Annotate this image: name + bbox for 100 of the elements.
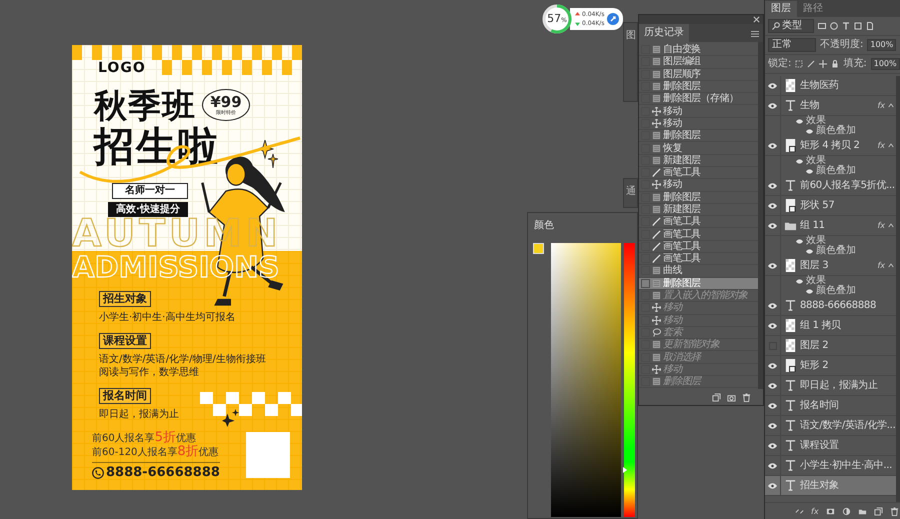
eye-icon[interactable]	[768, 422, 777, 428]
layer-name: 小学生·初中生·高中...	[800, 460, 893, 470]
qr-code-placeholder	[246, 432, 290, 478]
layer-row[interactable]: 生物医药	[765, 76, 896, 96]
eye-icon[interactable]	[768, 442, 777, 448]
layer-name: 图层 2	[800, 340, 830, 350]
padlock-icon[interactable]	[831, 60, 840, 68]
layer-row[interactable]: 图层 2	[765, 336, 896, 356]
layer-row[interactable]: 形状 57	[765, 196, 896, 216]
eye-icon[interactable]	[768, 102, 777, 108]
new-document-icon[interactable]	[712, 392, 721, 402]
eye-icon[interactable]	[768, 402, 777, 408]
history-item[interactable]: 移动	[639, 179, 758, 192]
eye-icon[interactable]	[768, 362, 777, 368]
camera-icon[interactable]	[727, 392, 736, 402]
shape-filter-icon[interactable]	[854, 22, 862, 30]
eye-icon[interactable]	[768, 142, 777, 148]
effect-name[interactable]: 颜色叠加	[816, 166, 856, 176]
history-item[interactable]: 自由变换	[639, 44, 758, 56]
history-item[interactable]: 删除图层	[639, 278, 758, 290]
layer-row[interactable]: 8888-66668888	[765, 296, 896, 316]
panel-tab[interactable]: 路径	[797, 1, 829, 17]
brush-icon[interactable]	[807, 60, 816, 68]
add-style-button[interactable]: fx	[811, 506, 819, 516]
eye-icon[interactable]	[768, 482, 777, 488]
history-item[interactable]: 新建图层	[639, 154, 758, 167]
image-filter-icon[interactable]	[818, 22, 826, 30]
eye-icon[interactable]	[768, 182, 777, 188]
mask-icon[interactable]	[826, 506, 835, 516]
history-item[interactable]: 画笔工具	[639, 240, 758, 254]
eye-icon[interactable]	[768, 202, 777, 208]
eye-icon[interactable]	[768, 382, 777, 388]
document-icon	[652, 57, 661, 66]
layer-row[interactable]: 组 11 fx	[765, 216, 896, 236]
layer-row[interactable]: 生物 fx	[765, 96, 896, 116]
layer-row[interactable]: 图层 3 fx	[765, 256, 896, 276]
color-picker-field[interactable]	[551, 243, 621, 517]
eye-icon[interactable]	[768, 222, 777, 228]
history-item[interactable]: 画笔工具	[639, 228, 758, 241]
effect-name[interactable]: 颜色叠加	[816, 286, 856, 296]
text-filter-icon[interactable]	[842, 22, 850, 30]
history-item[interactable]: 删除图层（存储）	[639, 93, 758, 106]
layer-row[interactable]: 矩形 4 拷贝 2 fx	[765, 136, 896, 156]
eye-icon[interactable]	[768, 302, 777, 308]
eye-icon[interactable]	[768, 82, 777, 88]
menu-icon[interactable]	[751, 31, 759, 37]
caret-icon[interactable]	[888, 263, 894, 268]
panel-tab[interactable]: 历史记录	[639, 24, 689, 42]
layer-row[interactable]: 招生对象	[765, 476, 896, 496]
circle-badge-icon[interactable]	[607, 13, 620, 25]
link-icon[interactable]	[795, 506, 804, 516]
history-item[interactable]: 画笔工具	[639, 216, 758, 228]
history-item[interactable]: 移动	[639, 118, 758, 130]
caret-icon[interactable]	[888, 223, 894, 228]
logo-text: LOGO	[98, 61, 146, 75]
close-icon[interactable]	[753, 16, 760, 23]
history-item[interactable]: 图层编组	[639, 56, 758, 69]
layer-row[interactable]: 报名时间	[765, 396, 896, 416]
eye-icon[interactable]	[768, 262, 777, 268]
eye-icon[interactable]	[768, 462, 777, 468]
panel-tab[interactable]: 图	[626, 31, 636, 41]
history-item[interactable]: 移动	[639, 105, 758, 118]
filter-dropdown[interactable]: 类型	[768, 19, 814, 33]
hue-slider[interactable]	[624, 243, 635, 517]
layer-thumbnail-icon	[784, 259, 797, 272]
history-item[interactable]: 删除图层	[639, 130, 758, 142]
fill-field[interactable]: 100%	[870, 58, 900, 70]
history-item[interactable]: 删除图层	[639, 80, 758, 94]
hue-marker-icon[interactable]	[623, 467, 627, 474]
history-item[interactable]: 新建图层	[639, 204, 758, 216]
blend-mode-dropdown[interactable]: 正常	[768, 38, 816, 52]
history-item[interactable]: 图层顺序	[639, 68, 758, 81]
adjustment-icon[interactable]	[842, 506, 851, 516]
trash-icon[interactable]	[890, 506, 899, 516]
layer-row[interactable]: 前60人报名享5折优...	[765, 176, 896, 196]
lock-pixels-icon[interactable]	[795, 60, 804, 68]
effect-name[interactable]: 颜色叠加	[816, 126, 856, 136]
caret-icon[interactable]	[888, 103, 894, 108]
effect-name[interactable]: 颜色叠加	[816, 246, 856, 256]
folder-icon[interactable]	[858, 506, 867, 516]
layer-row[interactable]: 矩形 2	[765, 356, 896, 376]
opacity-field[interactable]: 100%	[867, 39, 896, 51]
history-item[interactable]: 删除图层	[639, 192, 758, 204]
eye-icon[interactable]	[768, 322, 777, 328]
history-item[interactable]: 恢复	[639, 142, 758, 155]
layer-row[interactable]: 组 1 拷贝	[765, 316, 896, 336]
layer-row[interactable]: 即日起，报满为止	[765, 376, 896, 396]
layer-row[interactable]: 语文/数学/英语/化学...	[765, 416, 896, 436]
move-icon[interactable]	[819, 60, 828, 68]
circle-filter-icon[interactable]	[830, 22, 838, 30]
trash-icon[interactable]	[742, 392, 751, 402]
layer-row[interactable]: 课程设置	[765, 436, 896, 456]
document-filter-icon[interactable]	[866, 22, 874, 30]
panel-tab[interactable]: 图层	[765, 1, 797, 17]
history-item[interactable]: 画笔工具	[639, 166, 758, 180]
caret-icon[interactable]	[888, 143, 894, 148]
panel-tab[interactable]: 通	[626, 187, 636, 197]
document-icon	[652, 205, 661, 214]
history-item[interactable]: 画笔工具	[639, 253, 758, 266]
new-layer-icon[interactable]	[874, 506, 883, 516]
